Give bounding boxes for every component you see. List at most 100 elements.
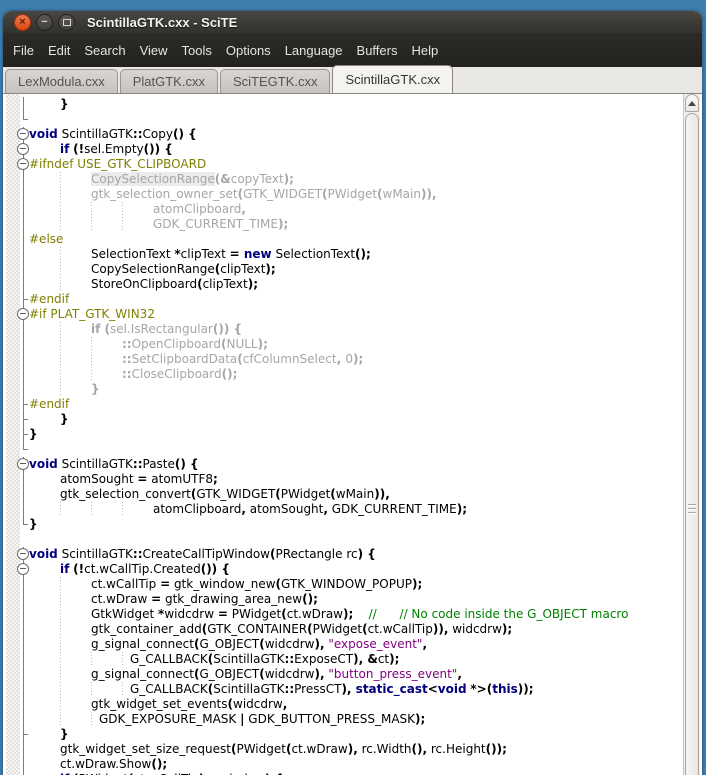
code-text[interactable]: ct.wDraw.Show(); (29, 757, 167, 772)
code-line[interactable] (3, 532, 684, 547)
code-line[interactable]: void ScintillaGTK::Paste() { (3, 457, 684, 472)
code-text[interactable]: g_signal_connect(G_OBJECT(widcdrw), "but… (29, 667, 462, 682)
code-line[interactable]: GDK_CURRENT_TIME); (3, 217, 684, 232)
code-line[interactable]: } (3, 382, 684, 397)
code-text[interactable]: gtk_container_add(GTK_CONTAINER(PWidget(… (29, 622, 512, 637)
code-text[interactable]: } (29, 727, 69, 742)
code-line[interactable]: if (sel.IsRectangular()) { (3, 322, 684, 337)
fold-toggle-icon[interactable] (3, 547, 29, 562)
code-line[interactable]: #if PLAT_GTK_WIN32 (3, 307, 684, 322)
menu-item-edit[interactable]: Edit (41, 39, 77, 62)
minimize-button[interactable]: − (36, 14, 53, 31)
code-text[interactable]: #ifndef USE_GTK_CLIPBOARD (29, 157, 206, 172)
code-text[interactable]: GDK_EXPOSURE_MASK | GDK_BUTTON_PRESS_MAS… (29, 712, 425, 727)
fold-toggle-icon[interactable] (3, 127, 29, 142)
fold-toggle-icon[interactable] (3, 307, 29, 322)
fold-toggle-icon[interactable] (3, 457, 29, 472)
code-text[interactable]: atomClipboard, atomSought, GDK_CURRENT_T… (29, 502, 467, 517)
code-line[interactable]: G_CALLBACK(ScintillaGTK::ExposeCT), &ct)… (3, 652, 684, 667)
code-lines[interactable]: }void ScintillaGTK::Copy() {if (!sel.Emp… (3, 97, 684, 775)
code-line[interactable]: ::SetClipboardData(cfColumnSelect, 0); (3, 352, 684, 367)
code-text[interactable]: SelectionText *clipText = new SelectionT… (29, 247, 371, 262)
code-line[interactable] (3, 442, 684, 457)
code-line[interactable]: gtk_widget_set_size_request(PWidget(ct.w… (3, 742, 684, 757)
code-text[interactable]: if (!sel.Empty()) { (29, 142, 173, 157)
menu-item-options[interactable]: Options (219, 39, 278, 62)
code-line[interactable]: SelectionText *clipText = new SelectionT… (3, 247, 684, 262)
code-line[interactable]: CopySelectionRange(&copyText); (3, 172, 684, 187)
code-text[interactable]: gtk_widget_set_events(widcdrw, (29, 697, 287, 712)
code-line[interactable]: atomClipboard, atomSought, GDK_CURRENT_T… (3, 502, 684, 517)
tab-lexmodula-cxx[interactable]: LexModula.cxx (5, 69, 118, 93)
code-text[interactable]: } (29, 382, 100, 397)
code-line[interactable]: ct.wDraw = gtk_drawing_area_new(); (3, 592, 684, 607)
code-text[interactable]: ct.wDraw = gtk_drawing_area_new(); (29, 592, 318, 607)
close-button[interactable]: × (14, 14, 31, 31)
code-line[interactable]: void ScintillaGTK::Copy() { (3, 127, 684, 142)
code-text[interactable]: } (29, 97, 69, 112)
code-line[interactable]: gtk_selection_convert(GTK_WIDGET(PWidget… (3, 487, 684, 502)
code-line[interactable]: if (!sel.Empty()) { (3, 142, 684, 157)
code-line[interactable]: gtk_selection_owner_set(GTK_WIDGET(PWidg… (3, 187, 684, 202)
code-text[interactable]: CopySelectionRange(clipText); (29, 262, 276, 277)
vertical-scrollbar[interactable] (683, 94, 700, 775)
code-text[interactable]: #endif (29, 292, 69, 307)
scrollbar-thumb[interactable] (685, 113, 699, 775)
code-line[interactable]: g_signal_connect(G_OBJECT(widcdrw), "but… (3, 667, 684, 682)
code-line[interactable]: ::CloseClipboard(); (3, 367, 684, 382)
code-line[interactable]: } (3, 427, 684, 442)
menu-item-language[interactable]: Language (278, 39, 350, 62)
code-text[interactable]: G_CALLBACK(ScintillaGTK::PressCT), stati… (29, 682, 534, 697)
code-text[interactable]: CopySelectionRange(&copyText); (29, 172, 294, 187)
code-text[interactable]: } (29, 412, 69, 427)
code-line[interactable]: } (3, 517, 684, 532)
tab-scintillagtk-cxx[interactable]: ScintillaGTK.cxx (332, 65, 453, 93)
code-line[interactable]: g_signal_connect(G_OBJECT(widcdrw), "exp… (3, 637, 684, 652)
tab-platgtk-cxx[interactable]: PlatGTK.cxx (120, 69, 218, 93)
code-text[interactable]: atomSought = atomUTF8; (29, 472, 218, 487)
fold-toggle-icon[interactable] (3, 562, 29, 577)
code-line[interactable]: void ScintillaGTK::CreateCallTipWindow(P… (3, 547, 684, 562)
code-text[interactable]: ct.wCallTip = gtk_window_new(GTK_WINDOW_… (29, 577, 422, 592)
code-text[interactable]: ::OpenClipboard(NULL); (29, 337, 268, 352)
code-text[interactable]: G_CALLBACK(ScintillaGTK::ExposeCT), &ct)… (29, 652, 399, 667)
code-line[interactable]: #else (3, 232, 684, 247)
code-text[interactable]: atomClipboard, (29, 202, 246, 217)
code-text[interactable]: gtk_selection_convert(GTK_WIDGET(PWidget… (29, 487, 390, 502)
titlebar[interactable]: × − ScintillaGTK.cxx - SciTE (3, 11, 702, 33)
code-text[interactable]: StoreOnClipboard(clipText); (29, 277, 258, 292)
fold-toggle-icon[interactable] (3, 142, 29, 157)
code-line[interactable]: } (3, 97, 684, 112)
code-text[interactable]: } (29, 517, 38, 532)
code-line[interactable]: #endif (3, 397, 684, 412)
code-text[interactable]: GDK_CURRENT_TIME); (29, 217, 288, 232)
code-text[interactable]: g_signal_connect(G_OBJECT(widcdrw), "exp… (29, 637, 427, 652)
code-text[interactable]: #if PLAT_GTK_WIN32 (29, 307, 155, 322)
code-text[interactable]: } (29, 427, 38, 442)
menu-item-file[interactable]: File (6, 39, 41, 62)
code-line[interactable]: gtk_widget_set_events(widcdrw, (3, 697, 684, 712)
menu-item-view[interactable]: View (133, 39, 175, 62)
code-line[interactable]: } (3, 412, 684, 427)
menu-item-tools[interactable]: Tools (175, 39, 219, 62)
code-line[interactable]: ct.wCallTip = gtk_window_new(GTK_WINDOW_… (3, 577, 684, 592)
code-text[interactable]: void ScintillaGTK::CreateCallTipWindow(P… (29, 547, 376, 562)
code-text[interactable]: void ScintillaGTK::Paste() { (29, 457, 199, 472)
code-line[interactable]: } (3, 727, 684, 742)
menu-item-buffers[interactable]: Buffers (350, 39, 405, 62)
fold-toggle-icon[interactable] (3, 157, 29, 172)
code-line[interactable]: #endif (3, 292, 684, 307)
menu-item-search[interactable]: Search (77, 39, 132, 62)
code-text[interactable]: GtkWidget *widcdrw = PWidget(ct.wDraw); … (29, 607, 628, 622)
code-line[interactable]: atomSought = atomUTF8; (3, 472, 684, 487)
code-line[interactable]: gtk_container_add(GTK_CONTAINER(PWidget(… (3, 622, 684, 637)
menu-item-help[interactable]: Help (404, 39, 445, 62)
code-text[interactable]: ::SetClipboardData(cfColumnSelect, 0); (29, 352, 363, 367)
code-text[interactable]: #else (29, 232, 63, 247)
code-line[interactable]: #ifndef USE_GTK_CLIPBOARD (3, 157, 684, 172)
code-line[interactable]: ct.wDraw.Show(); (3, 757, 684, 772)
code-line[interactable]: if (!ct.wCallTip.Created()) { (3, 562, 684, 577)
code-line[interactable]: GtkWidget *widcdrw = PWidget(ct.wDraw); … (3, 607, 684, 622)
code-line[interactable]: ::OpenClipboard(NULL); (3, 337, 684, 352)
code-line[interactable]: G_CALLBACK(ScintillaGTK::PressCT), stati… (3, 682, 684, 697)
